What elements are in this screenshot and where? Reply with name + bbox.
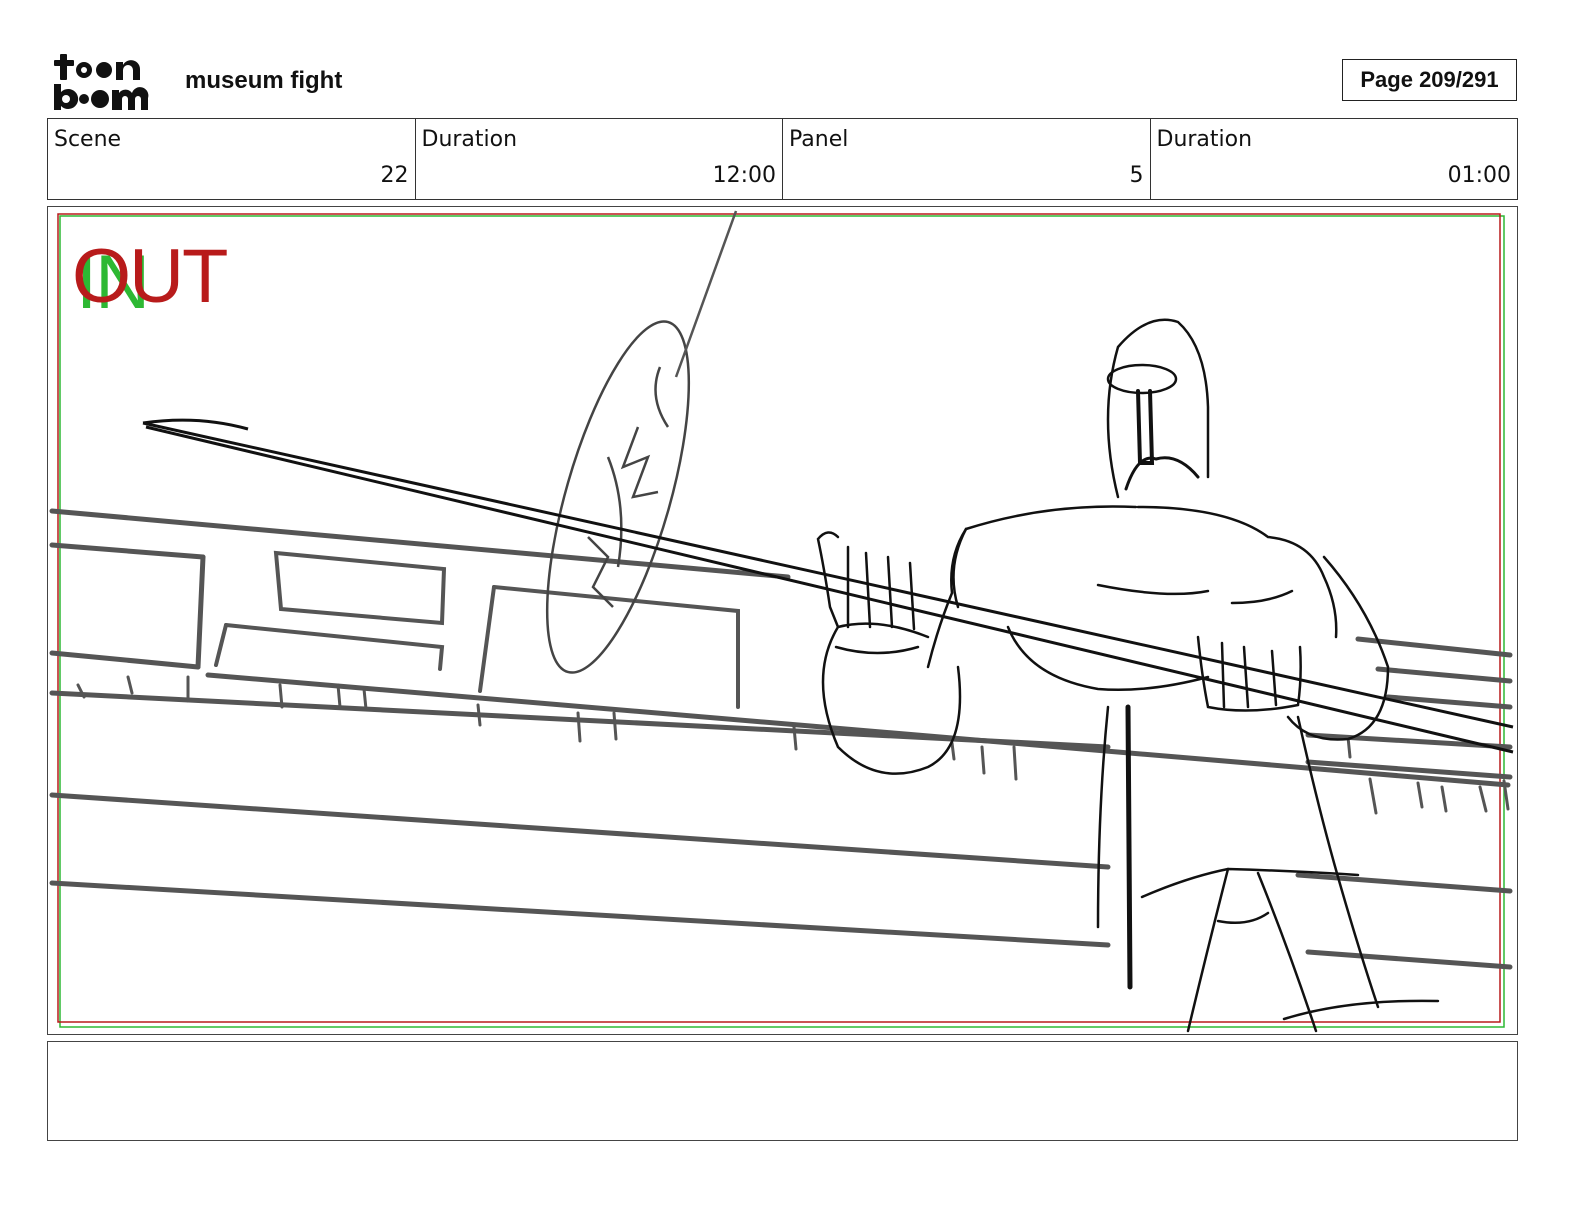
panel-duration-value: 01:00 — [1447, 163, 1511, 188]
panel-notes-box[interactable] — [47, 1041, 1518, 1141]
scene-duration-cell: Duration 12:00 — [416, 119, 783, 199]
scene-duration-value: 12:00 — [712, 163, 776, 188]
panel-duration-cell: Duration 01:00 — [1151, 119, 1518, 199]
scene-label: Scene — [54, 127, 122, 152]
storyboard-panel: IN OUT — [47, 206, 1518, 1035]
scene-duration-label: Duration — [421, 127, 518, 152]
toon-boom-logo — [54, 54, 149, 110]
panel-sketch — [49, 210, 1514, 1033]
panel-cell: Panel 5 — [783, 119, 1151, 199]
panel-duration-label: Duration — [1156, 127, 1253, 152]
out-safe-frame — [57, 213, 1501, 1023]
shield-sketch — [545, 210, 738, 674]
spear-sketch — [142, 418, 1514, 754]
project-title: museum fight — [185, 67, 343, 94]
page-number-label: Page 209/291 — [1360, 67, 1499, 92]
panel-label: Panel — [789, 127, 849, 152]
panel-value: 5 — [1129, 163, 1144, 188]
page-number: Page 209/291 — [1342, 59, 1517, 101]
warrior-sketch — [816, 318, 1440, 1033]
scene-cell: Scene 22 — [48, 119, 416, 199]
in-safe-frame — [59, 215, 1505, 1028]
panel-info-row: Scene 22 Duration 12:00 Panel 5 Duration… — [47, 118, 1518, 200]
scene-value: 22 — [380, 163, 409, 188]
out-marker: OUT — [72, 234, 228, 319]
